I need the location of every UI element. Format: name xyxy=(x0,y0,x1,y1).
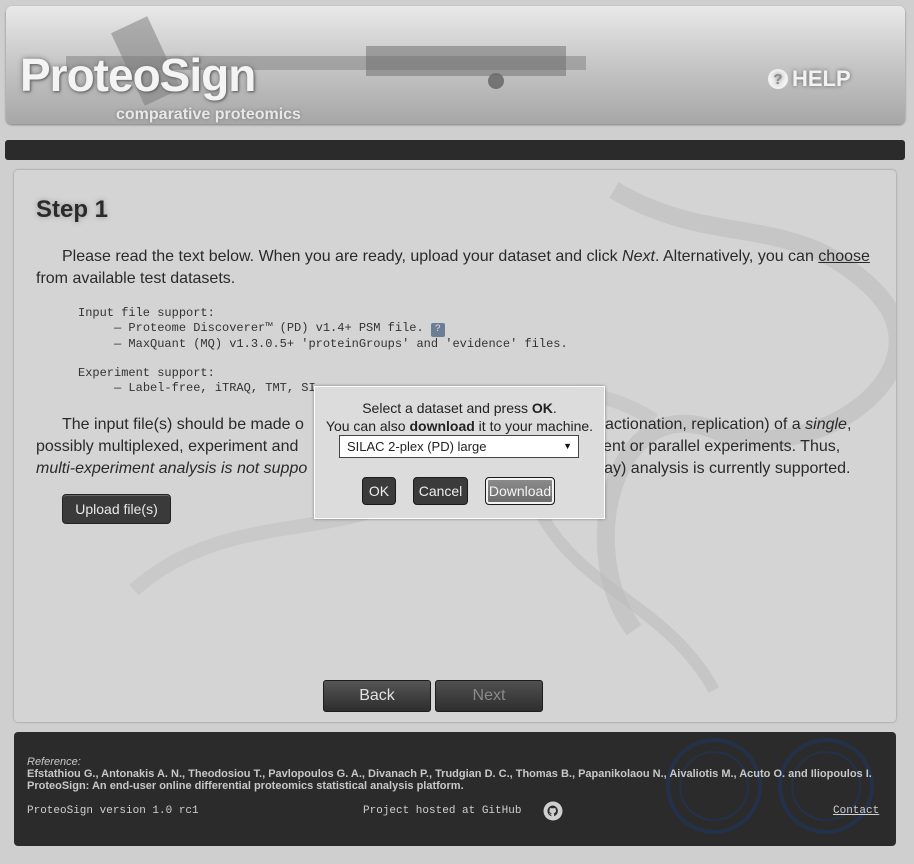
cancel-button[interactable]: Cancel xyxy=(413,477,468,505)
reference-authors: Efstathiou G., Antonakis A. N., Theodosi… xyxy=(27,768,872,780)
app-logo[interactable]: ProteoSign xyxy=(20,48,256,102)
dataset-select[interactable]: SILAC 2-plex (PD) large ▼ xyxy=(339,435,579,458)
select-dataset-dialog: Select a dataset and press OK. You can a… xyxy=(314,386,605,519)
chevron-down-icon: ▼ xyxy=(563,441,572,451)
reference-label: Reference: xyxy=(27,756,81,768)
question-circle-icon: ? xyxy=(768,69,788,89)
experiment-support-list: Experiment support: — Label-free, iTRAQ,… xyxy=(78,366,316,395)
navigation-bar xyxy=(5,140,905,160)
choose-test-dataset-link[interactable]: choose xyxy=(818,248,870,265)
dialog-instruction: Select a dataset and press OK. xyxy=(362,400,557,416)
help-button[interactable]: ? HELP xyxy=(768,66,851,92)
step-title: Step 1 xyxy=(36,196,109,223)
intro-paragraph: Please read the text below. When you are… xyxy=(36,248,870,287)
pd-help-icon[interactable]: ? xyxy=(430,323,445,337)
help-label: HELP xyxy=(792,66,851,91)
university-seal-left xyxy=(666,738,762,834)
hosted-text: Project hosted at GitHub xyxy=(363,805,522,817)
github-icon[interactable] xyxy=(543,801,563,821)
next-button: Next xyxy=(435,680,543,712)
header-banner: ProteoSign comparative proteomics ? HELP xyxy=(6,6,905,124)
dialog-download-hint: You can also download it to your machine… xyxy=(325,418,594,434)
app-subtitle: comparative proteomics xyxy=(116,106,301,123)
version-text: ProteoSign version 1.0 rc1 xyxy=(27,805,199,817)
dataset-select-value: SILAC 2-plex (PD) large xyxy=(347,439,487,454)
university-seal-right xyxy=(778,738,874,834)
reference-title: ProteoSign: An end-user online different… xyxy=(27,780,464,792)
upload-files-button[interactable]: Upload file(s) xyxy=(62,494,171,524)
input-support-list: Input file support: — Proteome Discovere… xyxy=(78,306,568,351)
footer: Reference: Efstathiou G., Antonakis A. N… xyxy=(14,732,896,846)
contact-link[interactable]: Contact xyxy=(833,805,879,817)
download-button[interactable]: Download xyxy=(485,477,555,505)
back-button[interactable]: Back xyxy=(323,680,431,712)
ok-button[interactable]: OK xyxy=(362,477,396,505)
